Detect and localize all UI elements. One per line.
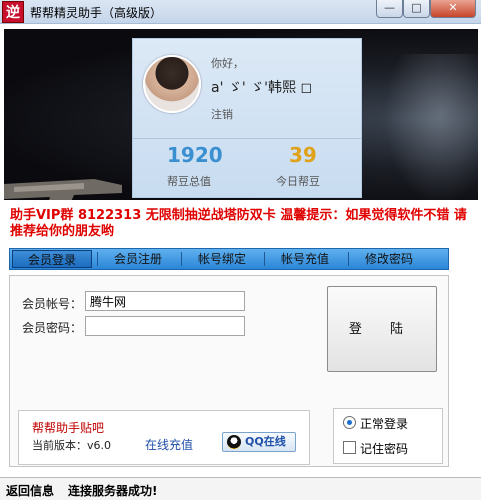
tab-change-password[interactable]: 修改密码 bbox=[349, 250, 429, 268]
username: a' ゞ' ゞ'韩熙 ◻ bbox=[211, 80, 313, 96]
notice-text: 助手VIP群 8122313 无限制抽逆战塔防双卡 温馨提示：如果觉得软件不错 … bbox=[10, 208, 467, 239]
normal-login-radio[interactable] bbox=[343, 416, 356, 429]
total-points-label: 帮豆总值 bbox=[167, 175, 211, 188]
banner-glow bbox=[384, 54, 478, 200]
status-message: 连接服务器成功! bbox=[68, 484, 158, 498]
qq-online-button[interactable]: QQ在线 bbox=[222, 432, 296, 452]
account-label: 会员帐号： bbox=[22, 297, 83, 311]
online-recharge-link[interactable]: 在线充值 bbox=[145, 436, 193, 453]
close-button[interactable]: ✕ bbox=[430, 0, 476, 18]
profile-banner: 你好， a' ゞ' ゞ'韩熙 ◻ 注销 1920 帮豆总值 39 今日帮豆 bbox=[4, 29, 478, 200]
login-button[interactable]: 登 陆 bbox=[327, 286, 437, 372]
password-input[interactable] bbox=[85, 316, 245, 336]
title-bar: 逆 帮帮精灵助手（高级版） — □ ✕ bbox=[0, 0, 481, 24]
user-card: 你好， a' ゞ' ゞ'韩熙 ◻ 注销 1920 帮豆总值 39 今日帮豆 bbox=[132, 38, 362, 198]
qq-online-label: QQ在线 bbox=[245, 435, 286, 448]
status-bar: 返回信息 连接服务器成功! bbox=[0, 477, 481, 500]
today-points-value: 39 bbox=[289, 143, 317, 167]
app-logo-icon: 逆 bbox=[2, 1, 24, 23]
help-forum-link[interactable]: 帮帮助手贴吧 bbox=[32, 419, 104, 436]
tab-account-bind[interactable]: 帐号绑定 bbox=[182, 250, 262, 268]
avatar bbox=[143, 55, 201, 113]
tab-member-login[interactable]: 会员登录 bbox=[12, 250, 92, 268]
minimize-button[interactable]: — bbox=[376, 0, 403, 18]
normal-login-label: 正常登录 bbox=[360, 417, 409, 431]
window-title: 帮帮精灵助手（高级版） bbox=[30, 6, 163, 20]
tab-bar: 会员登录 会员注册 帐号绑定 帐号充值 修改密码 bbox=[9, 248, 449, 270]
tab-account-recharge[interactable]: 帐号充值 bbox=[265, 250, 345, 268]
gun-silhouette-icon bbox=[4, 179, 122, 200]
today-points-label: 今日帮豆 bbox=[276, 175, 320, 188]
remember-password-checkbox[interactable] bbox=[343, 441, 356, 454]
qq-penguin-icon bbox=[227, 435, 241, 449]
status-label: 返回信息 bbox=[6, 484, 55, 498]
greeting-text: 你好， bbox=[211, 57, 244, 70]
tab-member-register[interactable]: 会员注册 bbox=[98, 250, 178, 268]
remember-password-label: 记住密码 bbox=[360, 442, 409, 456]
account-input[interactable] bbox=[85, 291, 245, 311]
total-points-value: 1920 bbox=[167, 143, 223, 167]
card-divider bbox=[133, 138, 361, 139]
password-label: 会员密码： bbox=[22, 321, 83, 335]
logout-link[interactable]: 注销 bbox=[211, 106, 233, 122]
maximize-button[interactable]: □ bbox=[403, 0, 430, 18]
version-text: 当前版本：v6.0 bbox=[32, 439, 112, 452]
